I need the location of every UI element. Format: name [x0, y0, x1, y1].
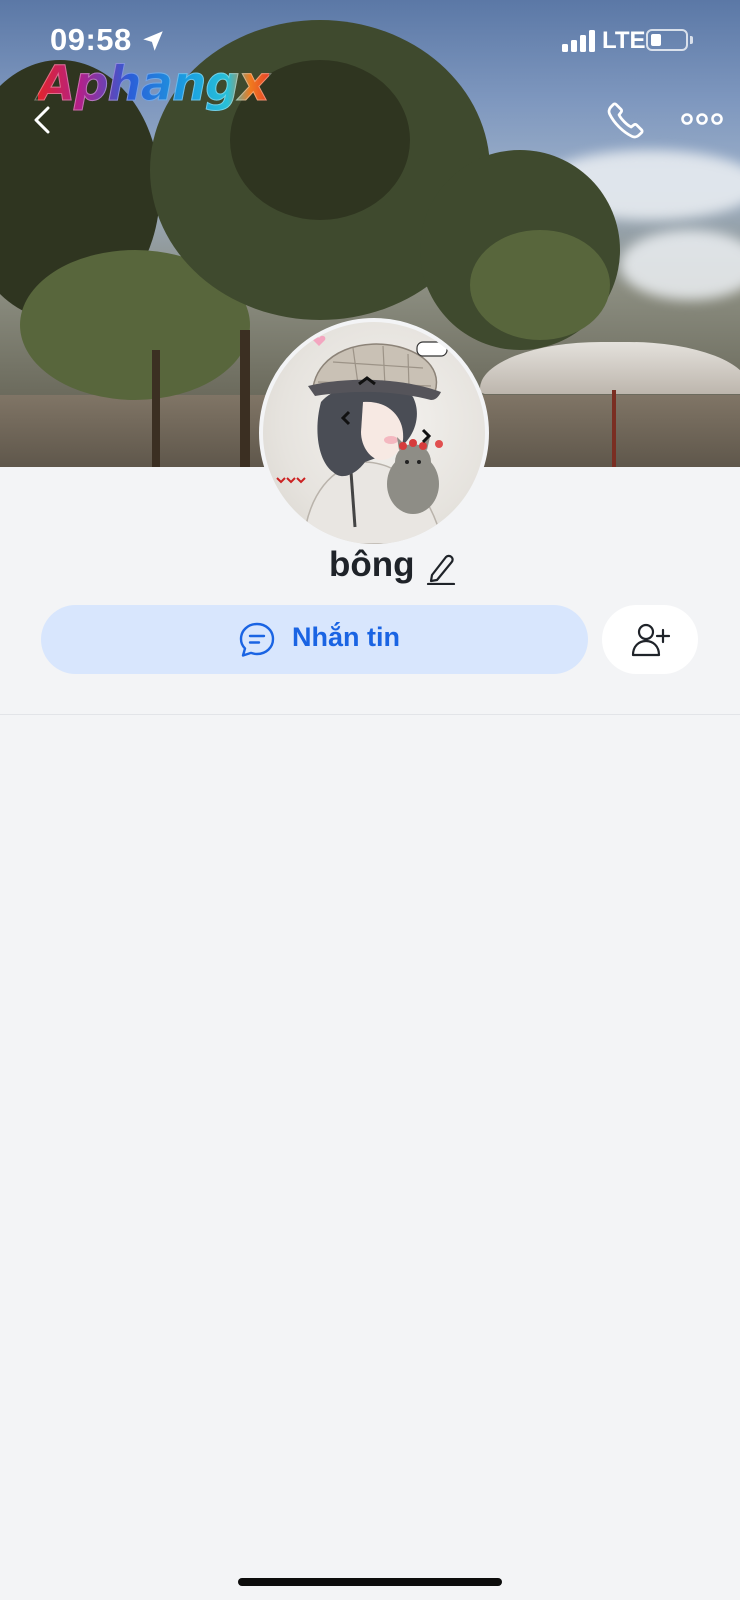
location-arrow-icon [143, 31, 163, 51]
message-button-label: Nhắn tin [292, 622, 400, 652]
home-indicator[interactable] [238, 1578, 502, 1586]
battery-tip [690, 36, 693, 44]
battery-icon [646, 29, 688, 51]
phone-icon [607, 102, 644, 139]
pencil-icon[interactable] [424, 551, 456, 585]
message-button[interactable]: Nhắn tin [41, 605, 588, 674]
signal-icon [562, 30, 596, 52]
back-button[interactable] [24, 100, 64, 140]
watermark-logo: Aphangx [38, 56, 271, 113]
more-horizontal-icon [681, 113, 723, 125]
profile-avatar[interactable] [259, 318, 489, 548]
more-button[interactable] [680, 104, 724, 134]
cover-trunk [240, 330, 250, 467]
chevron-left-icon [34, 106, 50, 134]
cover-trunk [152, 350, 160, 467]
cover-tree [470, 230, 610, 340]
cover-umbrella-pole [612, 390, 616, 467]
add-friend-button[interactable] [602, 605, 698, 674]
network-type: LTE [602, 27, 646, 54]
cover-cloud [620, 230, 740, 300]
call-button[interactable] [604, 98, 648, 142]
battery-fill [651, 34, 661, 46]
status-time: 09:58 [50, 22, 132, 57]
chat-bubble-icon [239, 622, 275, 657]
add-user-icon [631, 623, 670, 657]
profile-name-row: bông [0, 545, 740, 597]
avatar-illustration [276, 335, 448, 544]
profile-name: bông [329, 545, 415, 584]
section-divider [0, 714, 740, 715]
